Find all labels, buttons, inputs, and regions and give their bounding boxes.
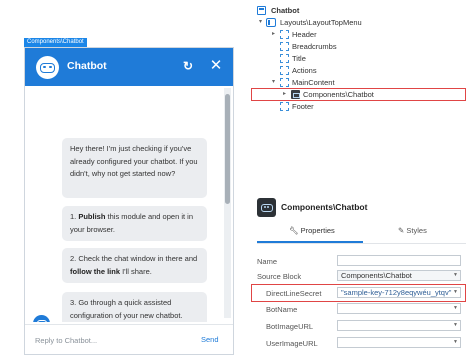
bot-message-avatar [33,315,50,322]
tree-root[interactable]: Chatbot [257,5,457,16]
close-icon[interactable]: ✕ [207,57,225,75]
name-field[interactable] [337,255,461,266]
tree-label: Chatbot [271,6,300,15]
property-label: BotImageURL [266,322,314,331]
tree-item-layout[interactable]: ▾ Layouts\LayoutTopMenu [257,17,457,28]
tree-label: Footer [292,102,314,111]
chat-header: Chatbot ↻ ✕ [25,48,233,86]
block-icon [257,198,276,217]
placeholder-icon [280,102,289,111]
field-value: Components\Chatbot [341,271,412,280]
property-label: BotName [266,305,298,314]
tree-label: Breadcrumbs [292,42,337,51]
chat-message: Hey there! I'm just checking if you've a… [62,138,207,198]
tree-item-breadcrumbs[interactable]: Breadcrumbs [270,41,460,52]
tree-label: Layouts\LayoutTopMenu [280,18,362,27]
scrollbar-thumb[interactable] [225,94,230,204]
placeholder-icon [280,78,289,87]
tab-styles[interactable]: ✎ Styles [398,226,427,240]
wrench-icon: 🔧︎ [289,226,299,235]
bot-icon [260,203,273,212]
property-highlight-box [251,284,466,302]
screen-icon [257,6,266,15]
placeholder-icon [280,30,289,39]
brush-icon: ✎ [398,226,405,235]
chat-input-row: Send [25,324,233,354]
dropdown-caret-icon: ▼ [453,339,458,345]
collapse-caret-icon[interactable]: ▸ [270,29,277,40]
bot-icon [40,62,55,73]
tree-item-header[interactable]: ▸ Header [270,29,460,40]
tab-label: Styles [406,226,427,235]
placeholder-icon [280,54,289,63]
tab-label: Properties [300,226,335,235]
message-bold-text: follow the link [70,266,120,276]
chat-message: 3. Go through a quick assisted configura… [62,292,207,322]
userimageurl-field[interactable]: ▼ [337,337,461,348]
chat-message: 1. Publish this module and open it in yo… [62,206,207,241]
chat-reply-input[interactable] [35,334,185,346]
refresh-icon[interactable]: ↻ [179,57,197,75]
message-text: I'll share. [120,266,152,276]
tree-label: Title [292,54,306,63]
dropdown-caret-icon: ▼ [453,305,458,311]
send-button[interactable]: Send [201,335,219,344]
botname-field[interactable]: ▼ [337,303,461,314]
tab-divider [257,243,466,244]
bot-avatar [36,56,59,79]
component-tag: Components\Chatbot [24,38,87,47]
message-text: 2. Check the chat window in there and [70,254,198,263]
tree-label: Header [292,30,317,39]
tree-item-footer[interactable]: Footer [270,101,460,112]
tree-label: MainContent [292,78,335,87]
layout-icon [266,18,276,27]
properties-title: Components\Chatbot [281,202,368,212]
message-bold-text: Publish [78,212,106,221]
dropdown-caret-icon: ▼ [453,272,458,278]
property-label: Name [257,257,278,266]
tree-item-title[interactable]: Title [270,53,460,64]
tree-item-maincontent[interactable]: ▾ MainContent [270,77,460,88]
botimageurl-field[interactable]: ▼ [337,320,461,331]
placeholder-icon [280,42,289,51]
source-block-select[interactable]: Components\Chatbot ▼ [337,270,461,281]
placeholder-icon [280,66,289,75]
expand-caret-icon[interactable]: ▾ [270,77,277,88]
tree-item-actions[interactable]: Actions [270,65,460,76]
property-label: Source Block [257,272,302,281]
message-list: Hey there! I'm just checking if you've a… [25,86,231,322]
tree-highlight-box [251,88,466,101]
property-label: UserImageURL [266,339,318,348]
dropdown-caret-icon: ▼ [453,322,458,328]
message-text: 3. Go through a quick assisted configura… [70,298,183,320]
bot-icon [36,320,47,322]
expand-caret-icon[interactable]: ▾ [257,17,264,28]
chatbot-window: Chatbot ↻ ✕ Hey there! I'm just checking… [24,47,234,355]
chat-title: Chatbot [67,60,107,72]
tree-label: Actions [292,66,317,75]
tab-properties[interactable]: 🔧︎ Properties [289,226,335,240]
chat-scrollbar[interactable] [224,88,231,318]
chat-message: 2. Check the chat window in there and fo… [62,248,207,283]
message-text: Hey there! I'm just checking if you've a… [70,144,198,179]
